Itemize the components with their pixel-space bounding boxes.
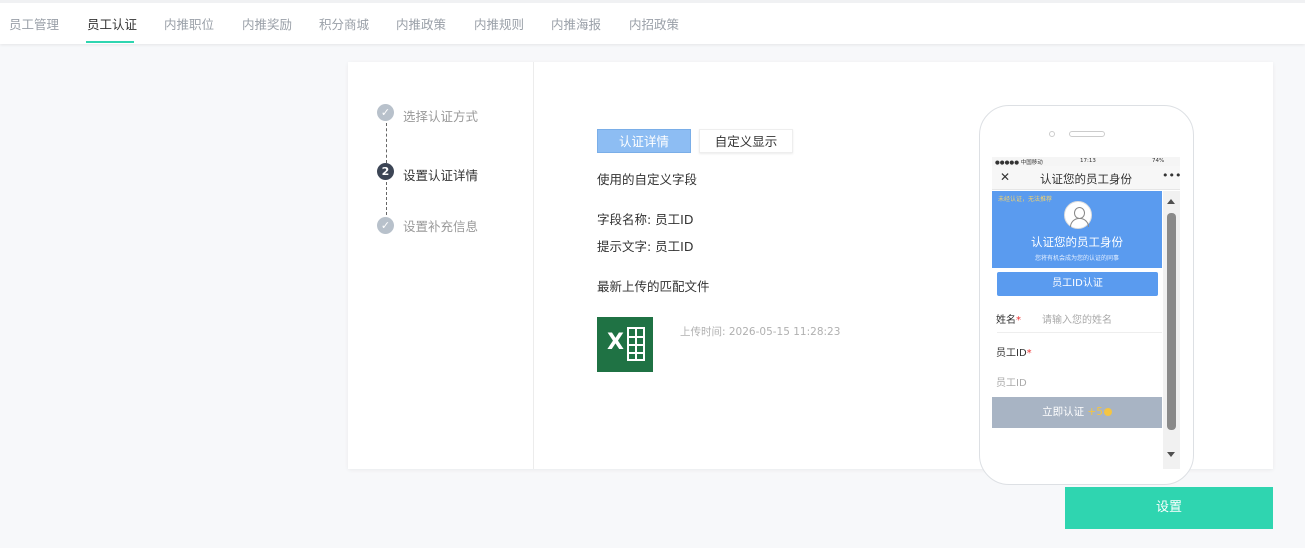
check-icon: ✓ [377,104,394,121]
excel-file-icon[interactable]: X [597,317,653,372]
tab-referral-policy[interactable]: 内推政策 [396,14,446,33]
step-choose-method[interactable]: 选择认证方式 [403,106,478,125]
step-connector [386,182,387,215]
verify-now-button[interactable]: 立即认证 +5 [992,397,1162,428]
employee-id-input[interactable]: 员工ID [996,374,1027,389]
status-battery: 74% [1152,158,1165,164]
sidebar-divider [533,62,534,469]
banner-title: 认证您的员工身份 [1031,235,1123,249]
phone-header: ✕ 认证您的员工身份 ••• [992,166,1180,190]
step-number-icon: 2 [377,163,394,180]
status-carrier: ●●●●● 中国移动 [995,160,1043,166]
tab-referral-rewards[interactable]: 内推奖励 [242,14,292,33]
tab-custom-display[interactable]: 自定义显示 [699,129,793,153]
phone-title: 认证您的员工身份 [1040,172,1132,186]
check-icon: ✓ [377,217,394,234]
active-tab-indicator [86,41,134,43]
scroll-up-icon[interactable] [1167,199,1175,204]
banner-subtitle: 您将有机会成为您的认证的同事 [1034,255,1119,262]
hint-text: 提示文字: 员工ID [597,239,694,254]
name-label: 姓名* [996,315,1021,326]
tab-internal-policy[interactable]: 内招政策 [629,14,679,33]
coin-icon [1103,408,1112,416]
employee-id-label: 员工ID* [996,348,1032,359]
save-button[interactable]: 设置 [1065,487,1273,529]
upload-title: 最新上传的匹配文件 [597,279,710,294]
banner-hint: 未经认证，无法推荐 [998,196,1053,203]
field-name-text: 字段名称: 员工ID [597,212,694,227]
field-divider [997,332,1162,333]
section-title: 使用的自定义字段 [597,172,698,187]
status-time: 17:13 [1080,158,1096,164]
step-connector [386,123,387,163]
top-nav: 员工管理 员工认证 内推职位 内推奖励 积分商城 内推政策 内推规则 内推海报 … [0,0,1305,44]
camera-icon [1049,131,1055,137]
tab-referral-poster[interactable]: 内推海报 [551,14,601,33]
step-set-details[interactable]: 设置认证详情 [403,165,478,184]
tab-employee-management[interactable]: 员工管理 [9,14,59,33]
upload-time: 上传时间: 2026-05-15 11:28:23 [680,326,841,338]
tab-referral-positions[interactable]: 内推职位 [164,14,214,33]
employee-id-verify-button[interactable]: 员工ID认证 [997,272,1158,296]
name-input[interactable]: 请输入您的姓名 [1042,311,1112,326]
avatar [1064,201,1092,229]
phone-screen: ●●●●● 中国移动 17:13 74% ✕ 认证您的员工身份 ••• 未经认证… [992,157,1180,469]
tab-certification-details[interactable]: 认证详情 [597,129,691,153]
tab-referral-rules[interactable]: 内推规则 [474,14,524,33]
scrollbar-thumb[interactable] [1167,213,1176,430]
tab-points-mall[interactable]: 积分商城 [319,14,369,33]
status-bar: ●●●●● 中国移动 17:13 74% [992,157,1180,166]
bonus-points: +5 [1087,406,1103,418]
tab-employee-certification[interactable]: 员工认证 [87,14,137,33]
step-extra-info[interactable]: 设置补充信息 [403,216,478,235]
verify-banner: 未经认证，无法推荐 认证您的员工身份 您将有机会成为您的认证的同事 [992,191,1162,268]
certification-card: ✓ 选择认证方式 2 设置认证详情 ✓ 设置补充信息 认证详情 自定义显示 使用… [348,62,1273,485]
more-icon[interactable]: ••• [1162,169,1180,182]
scroll-down-icon[interactable] [1167,452,1175,457]
speaker-icon [1069,131,1105,137]
